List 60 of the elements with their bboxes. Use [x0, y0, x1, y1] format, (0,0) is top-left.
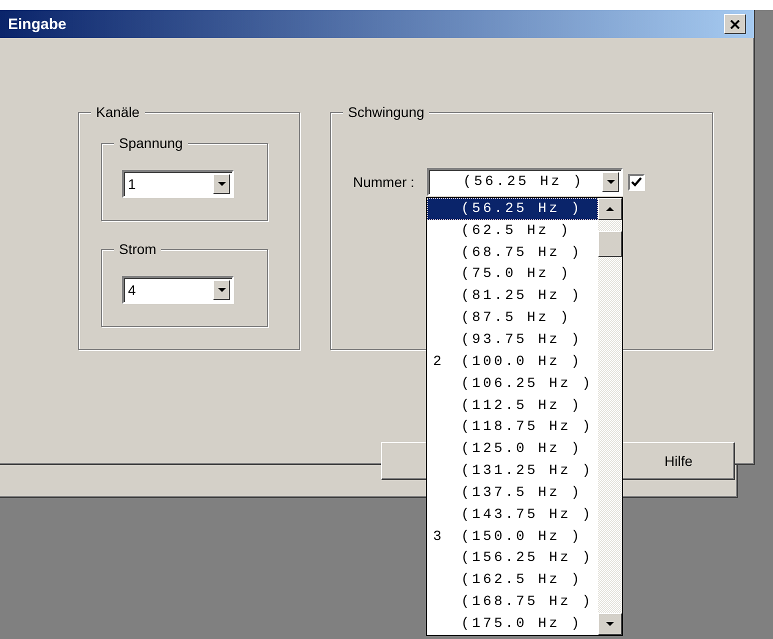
item-text: (162.5 Hz )	[461, 572, 582, 588]
item-text: (175.0 Hz )	[461, 616, 582, 632]
group-title: Strom	[114, 241, 162, 257]
item-text: (156.25 Hz )	[461, 550, 594, 566]
item-text: (62.5 Hz )	[461, 222, 572, 239]
list-item[interactable]: 2 (100.0 Hz )	[427, 350, 598, 373]
item-text: (143.75 Hz )	[461, 506, 594, 523]
group-title: Spannung	[114, 135, 188, 151]
list-item[interactable]: (62.5 Hz )	[427, 220, 598, 242]
list-item[interactable]: (56.25 Hz )	[427, 198, 598, 220]
window-title: Eingabe	[8, 16, 66, 32]
list-item[interactable]: (106.25 Hz )	[427, 372, 598, 395]
item-text: (118.75 Hz )	[461, 419, 594, 436]
item-text: (68.75 Hz )	[461, 244, 582, 261]
item-text: (125.0 Hz )	[461, 441, 582, 458]
item-number: 2	[433, 354, 444, 370]
list-item[interactable]: (168.75 Hz )	[427, 591, 598, 614]
item-text: (137.5 Hz )	[461, 484, 582, 501]
dropdown-field[interactable]: 1	[122, 170, 234, 198]
field-label: Nummer :	[353, 174, 416, 190]
group-title: Schwingung	[343, 104, 430, 120]
list-item[interactable]: (68.75 Hz )	[427, 242, 598, 264]
item-text: (81.25 Hz )	[461, 288, 582, 304]
item-number: 3	[433, 528, 444, 545]
scroll-down-button[interactable]	[598, 613, 622, 635]
list-item[interactable]: (143.75 Hz )	[427, 504, 598, 526]
dropdown-field[interactable]: (56.25 Hz )	[427, 168, 623, 196]
item-text: (75.0 Hz )	[461, 266, 572, 282]
close-icon	[730, 20, 740, 28]
scrollbar[interactable]	[598, 198, 622, 635]
group-title: Kanäle	[91, 104, 145, 120]
item-text: (56.25 Hz )	[461, 200, 582, 217]
help-button[interactable]: Hilfe	[622, 442, 735, 480]
item-text: (100.0 Hz )	[461, 354, 582, 370]
item-text: (168.75 Hz )	[461, 594, 594, 610]
list-item[interactable]: (112.5 Hz )	[427, 394, 598, 416]
item-text: (131.25 Hz )	[461, 463, 594, 480]
scroll-up-button[interactable]	[598, 198, 622, 220]
list-item[interactable]: (125.0 Hz )	[427, 438, 598, 460]
dropdown-field[interactable]: 4	[122, 276, 234, 304]
close-button[interactable]	[724, 14, 746, 34]
item-text: (106.25 Hz )	[461, 376, 594, 392]
list-item[interactable]: (93.75 Hz )	[427, 329, 598, 351]
list-item[interactable]: (175.0 Hz )	[427, 613, 598, 635]
list-item[interactable]: (162.5 Hz )	[427, 569, 598, 592]
item-text: (87.5 Hz )	[461, 310, 572, 326]
check-icon	[631, 176, 642, 188]
item-text: (150.0 Hz )	[461, 528, 582, 545]
checkbox[interactable]	[628, 174, 645, 190]
list-item[interactable]: 3 (150.0 Hz )	[427, 526, 598, 548]
list-item[interactable]: (118.75 Hz )	[427, 416, 598, 438]
list-item[interactable]: (87.5 Hz )	[427, 307, 598, 330]
list-item[interactable]: (156.25 Hz )	[427, 548, 598, 570]
list-item[interactable]: (75.0 Hz )	[427, 264, 598, 286]
scroll-thumb[interactable]	[598, 231, 622, 257]
item-text: (93.75 Hz )	[461, 332, 582, 348]
list-item[interactable]: (81.25 Hz )	[427, 285, 598, 308]
list-item[interactable]: (131.25 Hz )	[427, 460, 598, 482]
list-item[interactable]: (137.5 Hz )	[427, 482, 598, 504]
item-text: (112.5 Hz )	[461, 398, 582, 414]
